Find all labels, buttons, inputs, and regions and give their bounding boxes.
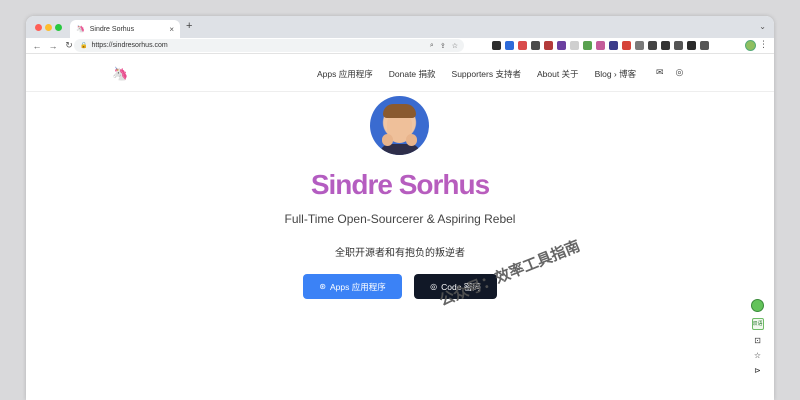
star-icon[interactable]: ☆ bbox=[754, 351, 761, 360]
maximize-window-button[interactable] bbox=[55, 24, 62, 31]
browser-menu-icon[interactable]: ⋮ bbox=[759, 39, 768, 50]
github-icon[interactable]: ◎ bbox=[676, 67, 684, 78]
extension-3-icon[interactable] bbox=[518, 41, 527, 50]
close-tab-icon[interactable]: × bbox=[169, 25, 174, 34]
page-title: Sindre Sorhus bbox=[26, 169, 774, 201]
unicorn-logo-icon[interactable]: 🦄 bbox=[112, 66, 128, 82]
zoom-icon[interactable]: ⌕ bbox=[430, 42, 434, 50]
extension-1-icon[interactable] bbox=[492, 41, 501, 50]
unicorn-favicon-icon: 🦄 bbox=[76, 26, 85, 33]
site-header: 🦄 Apps 应用程序 Donate 捐款 Supporters 支持者 Abo… bbox=[26, 54, 774, 92]
apps-button-label: Apps 应用程序 bbox=[329, 281, 386, 292]
wallet-icon[interactable]: ⊡ bbox=[754, 336, 761, 345]
extension-icons bbox=[492, 41, 709, 50]
tagline-translation: 全职开源者和有抱负的叛逆者 bbox=[335, 248, 465, 259]
extension-9-icon[interactable] bbox=[596, 41, 605, 50]
browser-tab[interactable]: 🦄 Sindre Sorhus × bbox=[70, 20, 180, 38]
app-store-icon: ⊛ bbox=[319, 282, 326, 291]
extension-16-icon[interactable] bbox=[687, 41, 696, 50]
nav-item-blog[interactable]: Blog › 博客 bbox=[595, 68, 637, 80]
extension-14-icon[interactable] bbox=[661, 41, 670, 50]
extension-4-icon[interactable] bbox=[531, 41, 540, 50]
nav-item-about[interactable]: About 关于 bbox=[537, 68, 579, 80]
browser-toolbar: ← → ↻ 🔒 https://sindresorhus.com ⌕ ⇪ ☆ ⋮ bbox=[26, 38, 774, 54]
browser-window: 🦄 Sindre Sorhus × + ⌄ ← → ↻ 🔒 https://si… bbox=[26, 16, 774, 400]
reload-button[interactable]: ↻ bbox=[64, 40, 74, 51]
profile-avatar[interactable] bbox=[745, 40, 756, 51]
extension-7-icon[interactable] bbox=[570, 41, 579, 50]
mail-icon[interactable]: ✉ bbox=[656, 67, 664, 78]
apps-button[interactable]: ⊛ Apps 应用程序 bbox=[303, 274, 402, 299]
avatar bbox=[370, 96, 429, 155]
extension-5-icon[interactable] bbox=[544, 41, 553, 50]
tab-search-button[interactable]: ⌄ bbox=[759, 22, 766, 31]
url-text[interactable]: https://sindresorhus.com bbox=[91, 42, 167, 49]
extension-13-icon[interactable] bbox=[648, 41, 657, 50]
back-button[interactable]: ← bbox=[32, 41, 42, 51]
extension-12-icon[interactable] bbox=[635, 41, 644, 50]
extension-8-icon[interactable] bbox=[583, 41, 592, 50]
extension-15-icon[interactable] bbox=[674, 41, 683, 50]
frog-extension-icon[interactable] bbox=[751, 299, 764, 312]
minimize-window-button[interactable] bbox=[45, 24, 52, 31]
lock-icon[interactable]: 🔒 bbox=[80, 42, 87, 49]
share-icon[interactable]: ⇪ bbox=[440, 42, 446, 50]
extension-11-icon[interactable] bbox=[622, 41, 631, 50]
nav-item-donate[interactable]: Donate 捐款 bbox=[389, 68, 436, 80]
bookmark-star-icon[interactable]: ☆ bbox=[452, 42, 458, 50]
new-tab-button[interactable]: + bbox=[186, 20, 192, 32]
translate-icon[interactable]: 双语 bbox=[751, 318, 764, 330]
extension-2-icon[interactable] bbox=[505, 41, 514, 50]
forward-button[interactable]: → bbox=[48, 41, 58, 51]
extension-17-icon[interactable] bbox=[700, 41, 709, 50]
side-dock: 双语 ⊡ ☆ ⊳ bbox=[751, 299, 764, 375]
video-icon[interactable]: ⊳ bbox=[754, 366, 761, 375]
close-window-button[interactable] bbox=[35, 24, 42, 31]
nav-item-apps[interactable]: Apps 应用程序 bbox=[317, 68, 373, 80]
tab-bar: 🦄 Sindre Sorhus × + ⌄ bbox=[26, 16, 774, 38]
tagline: Full-Time Open-Sourcerer & Aspiring Rebe… bbox=[284, 212, 516, 226]
nav-item-supporters[interactable]: Supporters 支持者 bbox=[452, 68, 521, 80]
tab-title: Sindre Sorhus bbox=[89, 25, 135, 33]
extension-6-icon[interactable] bbox=[557, 41, 566, 50]
address-bar[interactable]: 🔒 https://sindresorhus.com ⌕ ⇪ ☆ bbox=[74, 39, 464, 52]
main-nav: Apps 应用程序 Donate 捐款 Supporters 支持者 About… bbox=[317, 68, 652, 80]
extension-10-icon[interactable] bbox=[609, 41, 618, 50]
